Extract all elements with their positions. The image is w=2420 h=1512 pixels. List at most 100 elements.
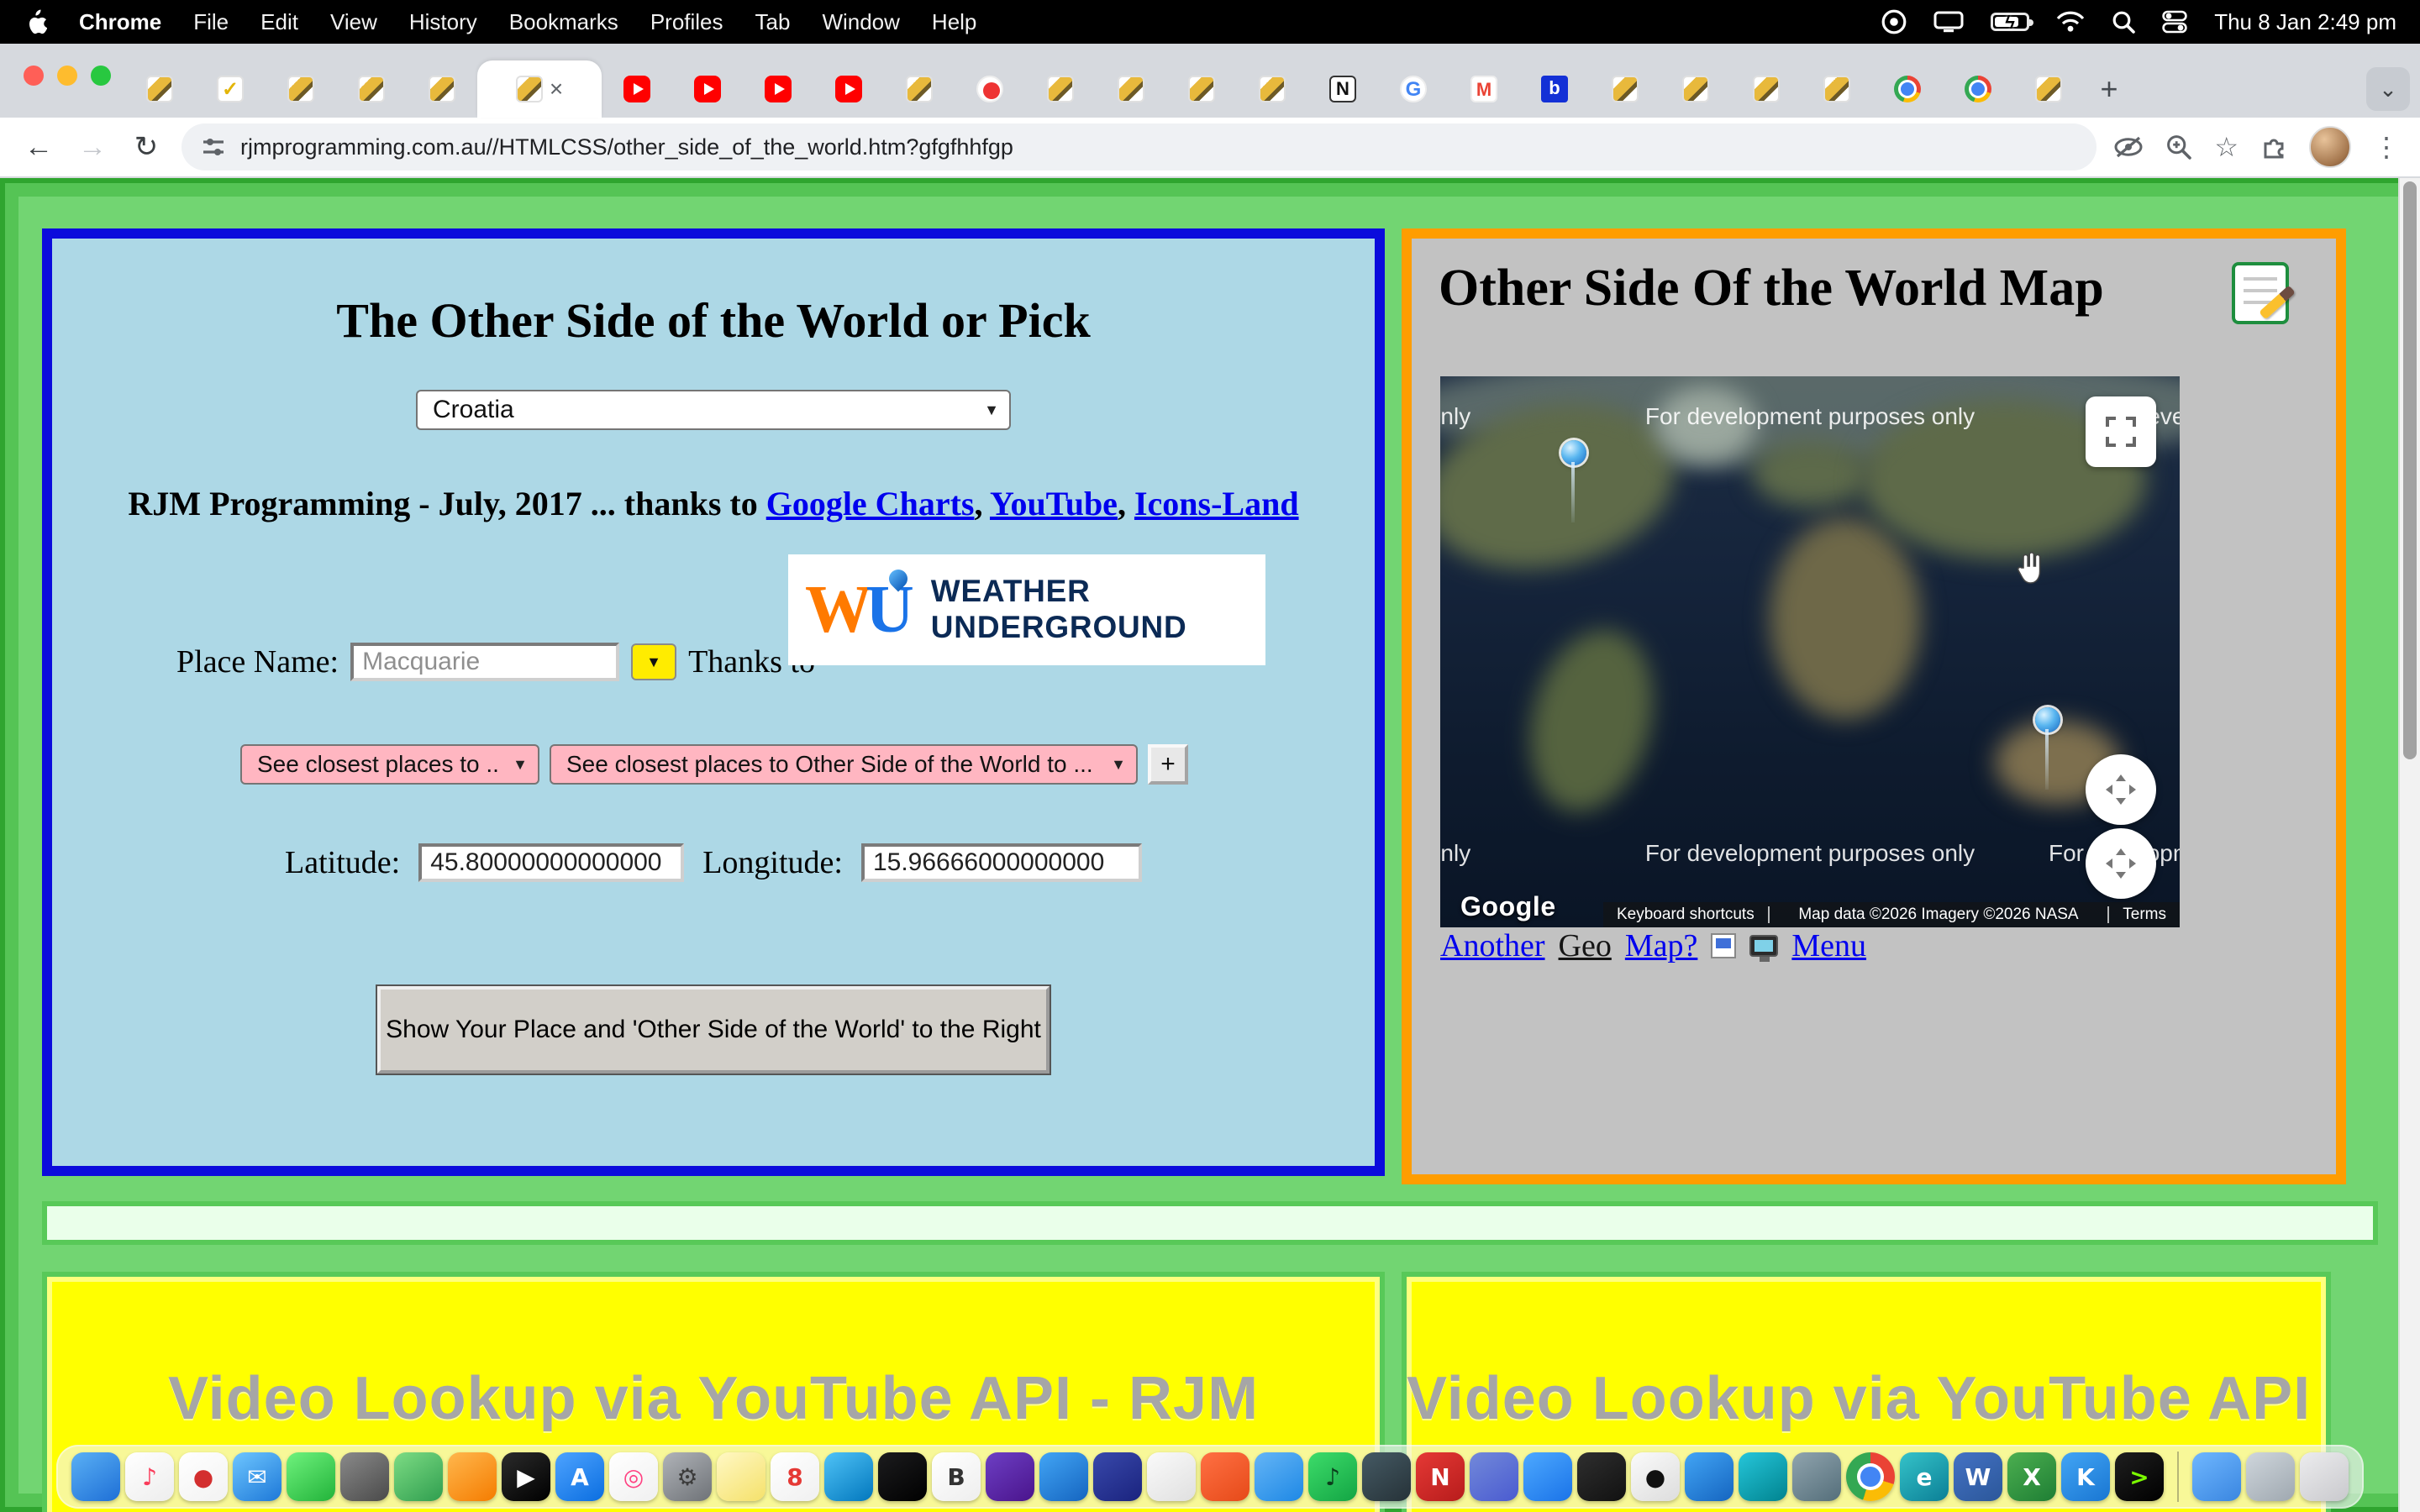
control-center-icon[interactable] [2162,9,2187,34]
new-tab-button[interactable]: + [2084,60,2134,118]
tab[interactable] [195,60,266,118]
tab[interactable] [1802,60,1872,118]
bookmark-star-icon[interactable]: ☆ [2214,131,2238,163]
icons-land-link[interactable]: Icons-Land [1134,485,1299,522]
zoom-window-button[interactable] [91,66,111,86]
tab[interactable] [266,60,336,118]
menubar-app-name[interactable]: Chrome [79,9,161,35]
menubar-item-bookmarks[interactable]: Bookmarks [509,9,618,35]
place-suggestions-select[interactable]: ▼ [631,643,676,680]
dock-shortcuts-icon[interactable] [878,1452,927,1501]
dock-files-icon[interactable] [1255,1452,1303,1501]
tab[interactable] [672,60,743,118]
dock-docker-icon[interactable] [1685,1452,1733,1501]
spotlight-search-icon[interactable] [2112,10,2135,34]
dock-documents-stack-icon[interactable] [2246,1452,2295,1501]
reload-button[interactable]: ↻ [128,130,165,164]
geo-link[interactable]: Geo [1559,927,1612,964]
browser-menu-kebab-icon[interactable]: ⋮ [2373,131,2400,163]
dock-chrome-icon[interactable] [1846,1452,1895,1501]
dock-notes-icon[interactable] [717,1452,765,1501]
dock-obs-icon[interactable] [1577,1452,1626,1501]
dock-podcasts-icon[interactable]: ● [179,1452,228,1501]
add-button[interactable]: + [1148,744,1188,785]
place-name-input[interactable] [350,643,619,681]
dock-settings-icon[interactable]: ⚙ [663,1452,712,1501]
menubar-clock[interactable]: Thu 8 Jan 2:49 pm [2214,9,2396,35]
google-logo[interactable]: Google [1460,891,1556,922]
tab[interactable] [955,60,1025,118]
extensions-icon[interactable] [2260,134,2287,160]
dock-bbedit-icon[interactable]: B [932,1452,981,1501]
notepad-edit-icon[interactable] [2232,262,2289,324]
tab[interactable] [1519,60,1590,118]
show-place-button[interactable]: Show Your Place and 'Other Side of the W… [377,986,1050,1074]
menubar-item-file[interactable]: File [193,9,229,35]
dock-mail-icon[interactable]: ✉ [233,1452,281,1501]
apple-icon[interactable] [24,8,47,35]
dock-calendar-icon[interactable]: 8 [771,1452,819,1501]
closest-otherside-select[interactable]: See closest places to Other Side of the … [550,744,1138,785]
tab[interactable] [1449,60,1519,118]
tab[interactable] [602,60,672,118]
scrollbar-thumb[interactable] [2403,181,2417,759]
longitude-input[interactable] [861,843,1142,882]
tab[interactable] [1166,60,1237,118]
dock-slack-icon[interactable] [986,1452,1034,1501]
tab[interactable] [1872,60,1943,118]
menu-extra-badge-icon[interactable] [1881,9,1907,34]
tab[interactable] [2013,60,2084,118]
wifi-icon[interactable] [2056,11,2085,33]
dock-netflix-icon[interactable]: N [1416,1452,1465,1501]
page-scrollbar[interactable] [2398,178,2420,1512]
menu-link[interactable]: Menu [1791,927,1866,964]
site-settings-tune-icon[interactable] [202,135,225,159]
country-select[interactable]: Croatia ▼ [416,390,1011,430]
url-text[interactable]: rjmprogramming.com.au//HTMLCSS/other_sid… [240,134,1013,160]
dock-safari-icon[interactable] [824,1452,873,1501]
map-question-link[interactable]: Map? [1625,927,1698,964]
tab[interactable] [1378,60,1449,118]
dock-word-icon[interactable]: W [1954,1452,2002,1501]
tab[interactable] [1590,60,1660,118]
close-window-button[interactable] [24,66,44,86]
tab[interactable] [1025,60,1096,118]
tab[interactable] [813,60,884,118]
tab[interactable] [1731,60,1802,118]
tab-close-icon[interactable]: × [550,77,563,101]
dock-twitter-icon[interactable] [1039,1452,1088,1501]
youtube-link[interactable]: YouTube [990,485,1118,522]
tab[interactable] [1096,60,1166,118]
google-charts-link[interactable]: Google Charts [766,485,975,522]
another-link[interactable]: Another [1440,927,1545,964]
tab[interactable] [1307,60,1378,118]
dock-maps-icon[interactable] [394,1452,443,1501]
dock-linear-icon[interactable] [1093,1452,1142,1501]
map-pin-place[interactable] [1561,440,1586,465]
closest-places-select[interactable]: See closest places to ... ▼ [240,744,539,785]
dock-devtools-icon[interactable] [1362,1452,1411,1501]
dock-edge-icon[interactable]: e [1900,1452,1949,1501]
dock-launchpad-icon[interactable] [448,1452,497,1501]
dock-music-icon[interactable]: ♪ [125,1452,174,1501]
dock-spotify-icon[interactable]: ♪ [1308,1452,1357,1501]
dock-zoom-icon[interactable] [1523,1452,1572,1501]
zoom-icon[interactable] [2165,134,2192,160]
menubar-item-history[interactable]: History [409,9,477,35]
dock-terminal-icon[interactable]: > [2115,1452,2164,1501]
tab[interactable] [1660,60,1731,118]
keyboard-shortcuts-link[interactable]: Keyboard shortcuts [1603,906,1768,924]
dock-app-store-icon[interactable]: A [555,1452,604,1501]
google-map[interactable]: For development purposes only For develo… [1440,376,2180,927]
dock-github-icon[interactable]: ● [1631,1452,1680,1501]
address-bar[interactable]: rjmprogramming.com.au//HTMLCSS/other_sid… [182,123,2096,171]
tab-active[interactable]: × [477,60,602,118]
dock-tv-icon[interactable]: ▶ [502,1452,550,1501]
tab[interactable] [407,60,477,118]
tab[interactable] [1237,60,1307,118]
dock-figma-icon[interactable] [1147,1452,1196,1501]
menubar-item-tab[interactable]: Tab [755,9,791,35]
profile-avatar[interactable] [2309,126,2351,168]
tab-search-chevron-icon[interactable]: ⌄ [2366,67,2410,111]
geo-doc-icon[interactable] [1711,933,1736,958]
